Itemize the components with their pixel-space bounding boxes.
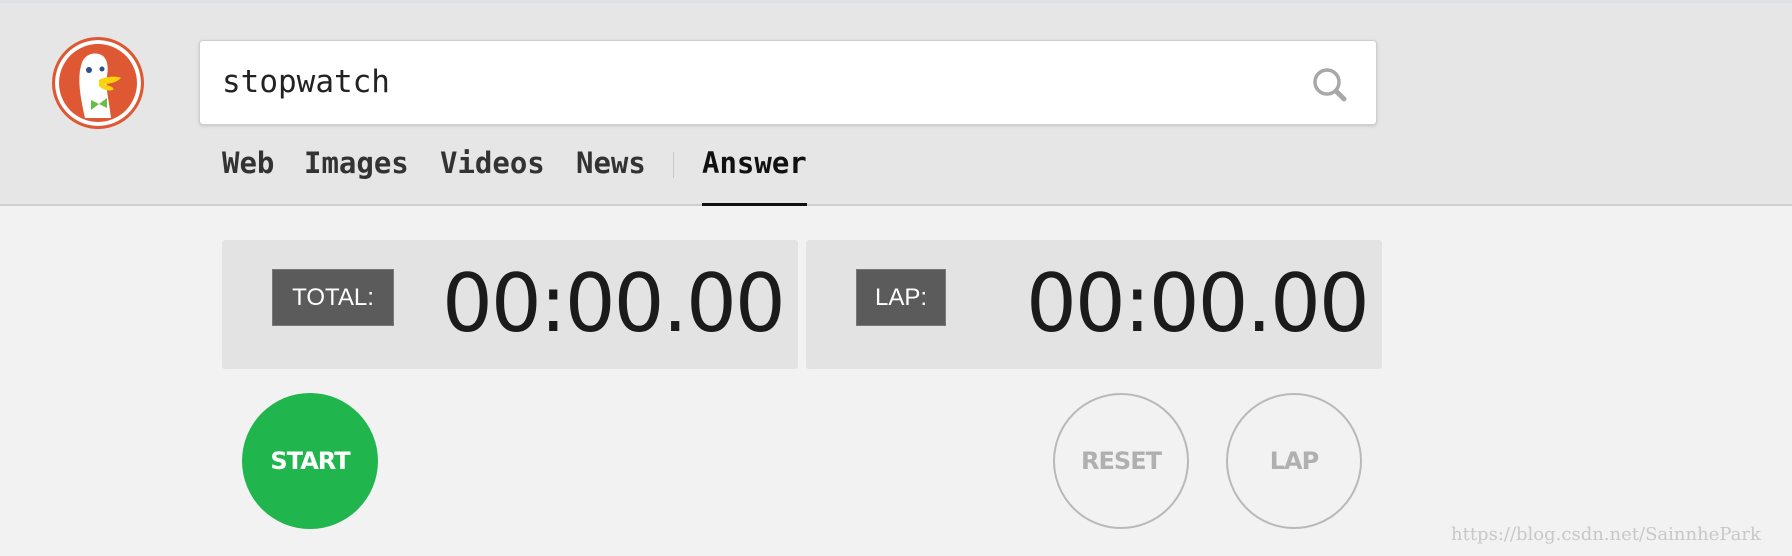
lap-button[interactable]: LAP: [1226, 393, 1362, 529]
start-button[interactable]: START: [242, 393, 378, 529]
header: Web Images Videos News Answer: [0, 0, 1792, 206]
search-box: [199, 40, 1377, 125]
search-button[interactable]: [1310, 65, 1350, 105]
duck-icon: [79, 53, 121, 118]
total-panel: TOTAL: 00:00.00: [222, 240, 798, 369]
tab-divider: [673, 152, 674, 178]
total-label: TOTAL:: [272, 269, 394, 326]
tab-videos[interactable]: Videos: [440, 146, 545, 180]
search-input[interactable]: [222, 59, 1262, 105]
watermark: https://blog.csdn.net/SainnhePark: [1451, 524, 1761, 545]
duckduckgo-logo[interactable]: [52, 37, 144, 129]
total-time: 00:00.00: [442, 257, 786, 350]
lap-panel: LAP: 00:00.00: [806, 240, 1382, 369]
tab-news[interactable]: News: [576, 146, 646, 180]
lap-label: LAP:: [856, 269, 946, 326]
lap-time: 00:00.00: [1026, 257, 1370, 350]
search-icon: [1313, 68, 1347, 102]
tab-images[interactable]: Images: [304, 146, 409, 180]
reset-button[interactable]: RESET: [1053, 393, 1189, 529]
tab-answer[interactable]: Answer: [702, 146, 807, 206]
tab-web[interactable]: Web: [222, 146, 274, 180]
